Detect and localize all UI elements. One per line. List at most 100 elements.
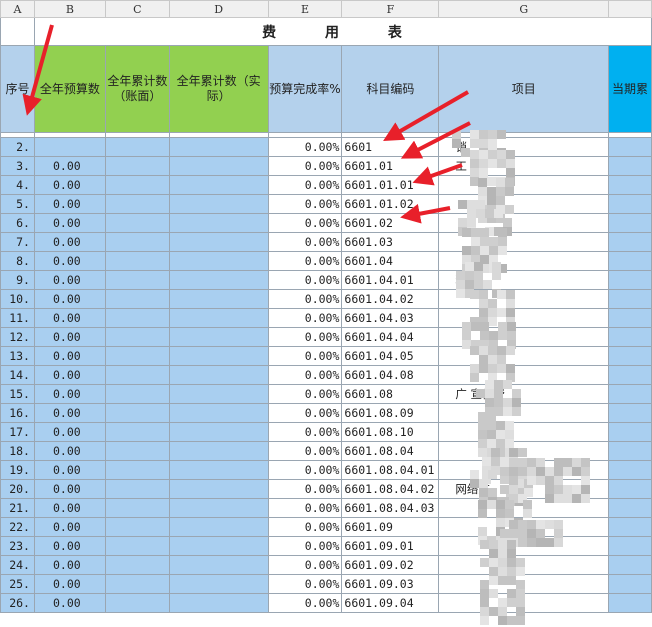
- mosaic-block: [527, 520, 536, 529]
- mosaic-block: [470, 290, 479, 299]
- mosaic-block: [479, 159, 488, 168]
- mosaic-block: [545, 494, 554, 503]
- mosaic-block: [488, 488, 497, 497]
- mosaic-block: [488, 139, 497, 148]
- mosaic-block: [507, 616, 516, 625]
- mosaic-block: [545, 520, 554, 529]
- mosaic-block: [527, 538, 536, 547]
- mosaic-block: [516, 607, 525, 616]
- mosaic-block: [494, 389, 503, 398]
- mosaic-block: [488, 346, 497, 355]
- spreadsheet: A B C D E F G 费 用 表 序号 全年预算数 全年累计数（账面） 全…: [0, 0, 652, 627]
- mosaic-block: [476, 389, 485, 398]
- mosaic-block: [506, 290, 515, 299]
- mosaic-block: [516, 616, 525, 625]
- mosaic-block: [545, 538, 554, 547]
- mosaic-block: [494, 380, 503, 389]
- mosaic-block: [507, 540, 516, 549]
- mosaic-block: [506, 299, 515, 308]
- mosaic-block: [509, 476, 518, 485]
- mosaic-block: [507, 576, 516, 585]
- mosaic-block: [498, 540, 507, 549]
- mosaic-block: [487, 430, 496, 439]
- mosaic-block: [507, 549, 516, 558]
- mosaic-block: [509, 520, 518, 529]
- mosaic-block: [506, 150, 515, 159]
- mosaic-block: [497, 159, 506, 168]
- mosaic-block: [496, 187, 505, 196]
- mosaic-block: [503, 398, 512, 407]
- mosaic-block: [458, 200, 467, 209]
- mosaic-block: [487, 439, 496, 448]
- mosaic-block: [496, 500, 505, 509]
- mosaic-block: [536, 529, 545, 538]
- mosaic-block: [470, 364, 479, 373]
- mosaic-block: [527, 458, 536, 467]
- mosaic-block: [536, 520, 545, 529]
- mosaic-block: [489, 589, 498, 598]
- mosaic-block: [518, 538, 527, 547]
- mosaic-block: [503, 380, 512, 389]
- mosaic-block: [523, 509, 532, 518]
- mosaic-block: [512, 389, 521, 398]
- mosaic-block: [505, 178, 514, 187]
- mosaic-block: [489, 540, 498, 549]
- mosaic-block: [512, 407, 521, 416]
- mosaic-block: [498, 322, 507, 331]
- mosaic-block: [527, 529, 536, 538]
- mosaic-block: [479, 308, 488, 317]
- mosaic-block: [507, 558, 516, 567]
- mosaic-block: [500, 467, 509, 476]
- mosaic-block: [470, 168, 479, 177]
- mosaic-block: [452, 130, 461, 139]
- mosaic-block: [485, 209, 494, 218]
- mosaic-block: [467, 218, 476, 227]
- mosaic-block: [516, 580, 525, 589]
- mosaic-block: [480, 598, 489, 607]
- mosaic-block: [496, 509, 505, 518]
- mosaic-block: [536, 538, 545, 547]
- mosaic-block: [488, 364, 497, 373]
- mosaic-block: [554, 458, 563, 467]
- mosaic-block: [507, 598, 516, 607]
- mosaic-block: [478, 448, 487, 457]
- mosaic-block: [581, 476, 590, 485]
- mosaic-block: [480, 228, 489, 237]
- mosaic-block: [462, 228, 471, 237]
- mosaic-block: [505, 430, 514, 439]
- mosaic-block: [563, 467, 572, 476]
- mosaic-block: [465, 280, 474, 289]
- mosaic-block: [471, 237, 480, 246]
- mosaic-block: [485, 380, 494, 389]
- mosaic-block: [503, 218, 512, 227]
- mosaic-block: [489, 237, 498, 246]
- mosaic-block: [480, 540, 489, 549]
- mosaic-block: [488, 130, 497, 139]
- mosaic-block: [478, 412, 487, 421]
- mosaic-block: [506, 364, 515, 373]
- mosaic-block: [479, 346, 488, 355]
- mosaic-block: [498, 549, 507, 558]
- mosaic-block: [470, 159, 479, 168]
- mosaic-block: [467, 200, 476, 209]
- mosaic-block: [498, 331, 507, 340]
- mosaic-block: [497, 346, 506, 355]
- mosaic-block: [479, 299, 488, 308]
- mosaic-block: [478, 509, 487, 518]
- mosaic-block: [498, 567, 507, 576]
- mosaic-block: [488, 177, 497, 186]
- mosaic-block: [462, 246, 471, 255]
- mosaic-block: [498, 607, 507, 616]
- mosaic-block: [474, 262, 483, 271]
- mosaic-block: [581, 494, 590, 503]
- mosaic-block: [489, 331, 498, 340]
- mosaic-block: [506, 346, 515, 355]
- mosaic-block: [554, 529, 563, 538]
- mosaic-block: [507, 322, 516, 331]
- mosaic-block: [470, 139, 479, 148]
- mosaic-block: [518, 529, 527, 538]
- mosaic-block: [465, 271, 474, 280]
- mosaic-block: [488, 308, 497, 317]
- mosaic-block: [470, 177, 479, 186]
- mosaic-block: [496, 518, 505, 527]
